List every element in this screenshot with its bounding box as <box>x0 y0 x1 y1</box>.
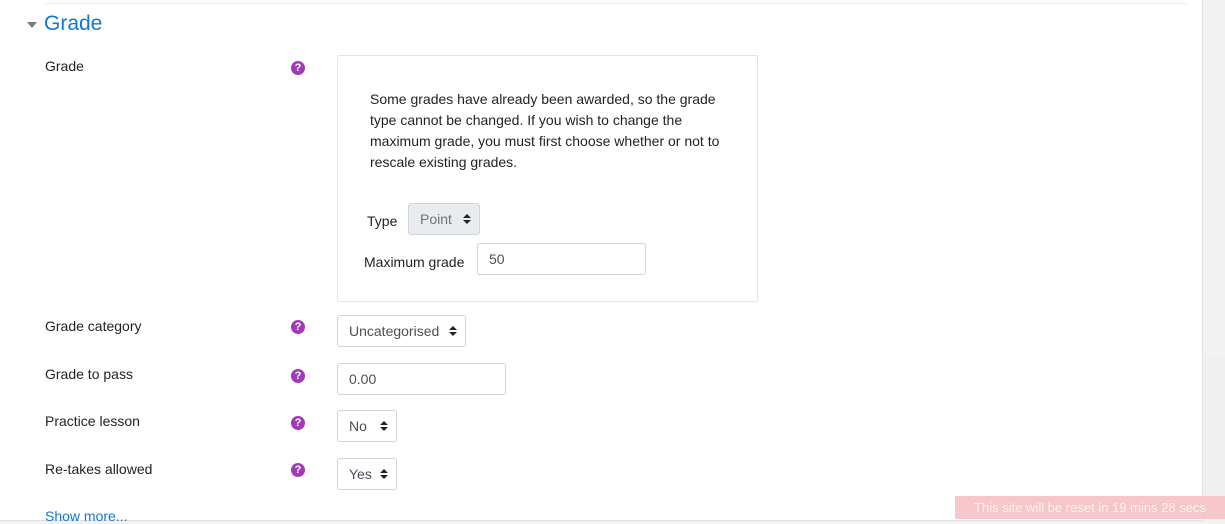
maximum-grade-value: 50 <box>489 251 505 267</box>
practice-lesson-select[interactable]: No <box>337 410 397 442</box>
retakes-allowed-label: Re-takes allowed <box>45 461 153 477</box>
section-header-grade[interactable]: Grade <box>27 12 102 36</box>
grade-category-value: Uncategorised <box>349 323 440 339</box>
grade-category-label: Grade category <box>45 318 142 334</box>
maximum-grade-label: Maximum grade <box>364 254 465 270</box>
maximum-grade-input[interactable]: 50 <box>477 243 646 275</box>
form-card: Grade Grade ? Some grades have already b… <box>0 0 1203 524</box>
select-arrows-icon <box>463 214 471 224</box>
retakes-allowed-select[interactable]: Yes <box>337 458 397 490</box>
section-divider <box>45 3 1187 4</box>
grade-type-label: Type <box>367 213 398 229</box>
grade-to-pass-input[interactable]: 0.00 <box>337 363 506 395</box>
grade-label: Grade <box>45 58 84 74</box>
grade-notice-text: Some grades have already been awarded, s… <box>370 91 720 170</box>
grade-type-value: Point <box>420 211 452 227</box>
retakes-allowed-help-icon[interactable]: ? <box>291 463 305 477</box>
select-arrows-icon <box>449 326 457 336</box>
practice-lesson-label: Practice lesson <box>45 413 140 429</box>
section-title: Grade <box>44 12 103 35</box>
site-reset-banner: This site will be reset in 19 mins 28 se… <box>955 496 1225 519</box>
retakes-allowed-value: Yes <box>349 466 372 482</box>
select-arrows-icon <box>380 469 388 479</box>
grade-to-pass-label: Grade to pass <box>45 366 133 382</box>
grade-help-icon[interactable]: ? <box>291 61 305 75</box>
practice-lesson-value: No <box>349 418 367 434</box>
grade-to-pass-help-icon[interactable]: ? <box>291 369 305 383</box>
grade-category-select[interactable]: Uncategorised <box>337 315 466 347</box>
grade-to-pass-value: 0.00 <box>349 371 377 387</box>
practice-lesson-help-icon[interactable]: ? <box>291 416 305 430</box>
grade-category-help-icon[interactable]: ? <box>291 320 305 334</box>
select-arrows-icon <box>380 421 388 431</box>
grade-type-select: Point <box>408 203 480 235</box>
collapse-caret-icon[interactable] <box>27 21 37 28</box>
